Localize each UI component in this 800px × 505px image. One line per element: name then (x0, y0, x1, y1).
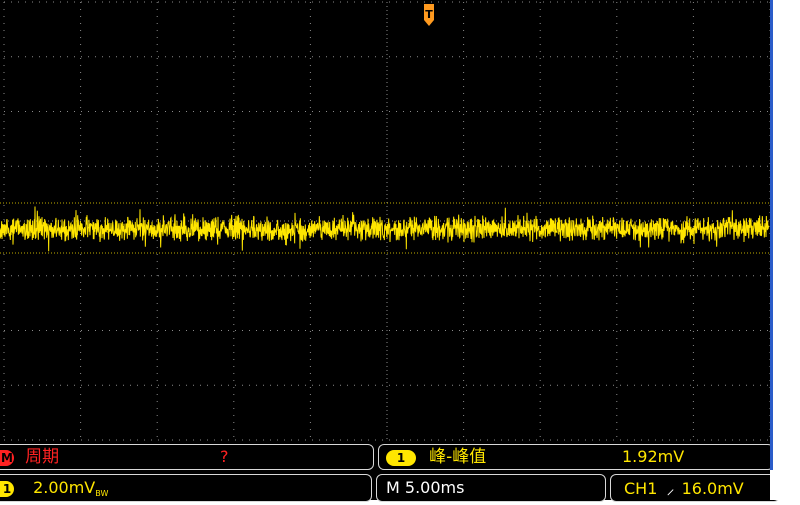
rising-edge-icon: ⸝ (666, 479, 675, 498)
measurement-2-name: 峰-峰值 (429, 447, 487, 467)
ch1-waveform-trace (0, 206, 770, 252)
measurement-2: 1 峰-峰值 (386, 446, 486, 468)
timebase: M 5.00ms (386, 478, 465, 497)
channel-scale: 1 2.00mVBW (0, 477, 108, 505)
graticule (3, 1, 770, 441)
trigger-position-marker-icon[interactable]: T (424, 4, 434, 26)
measurement-2-value: 1.92mV (622, 447, 685, 466)
measurement-1-badge: M (0, 450, 14, 466)
volts-per-div: 2.00mV (33, 478, 96, 497)
trigger-source: CH1 (624, 479, 658, 498)
measurement-2-badge: 1 (386, 450, 416, 466)
right-panel-edge (770, 0, 800, 500)
measurement-1-value: ? (220, 447, 229, 466)
trigger-marker-label: T (425, 8, 433, 21)
waveform-display: T (0, 1, 770, 441)
measurement-1-name: 周期 (25, 447, 60, 467)
bandwidth-limit-indicator: BW (95, 489, 109, 498)
measurement-1: M 周期 (0, 446, 59, 468)
trigger-level: 16.0mV (681, 479, 744, 498)
channel-1-badge: 1 (0, 481, 14, 497)
trigger-settings: CH1 ⸝ 16.0mV (624, 478, 744, 500)
oscilloscope-screen: T M 周期 ? 1 峰-峰值 1.92mV 1 2.00mVBW M 5.00… (0, 0, 780, 502)
